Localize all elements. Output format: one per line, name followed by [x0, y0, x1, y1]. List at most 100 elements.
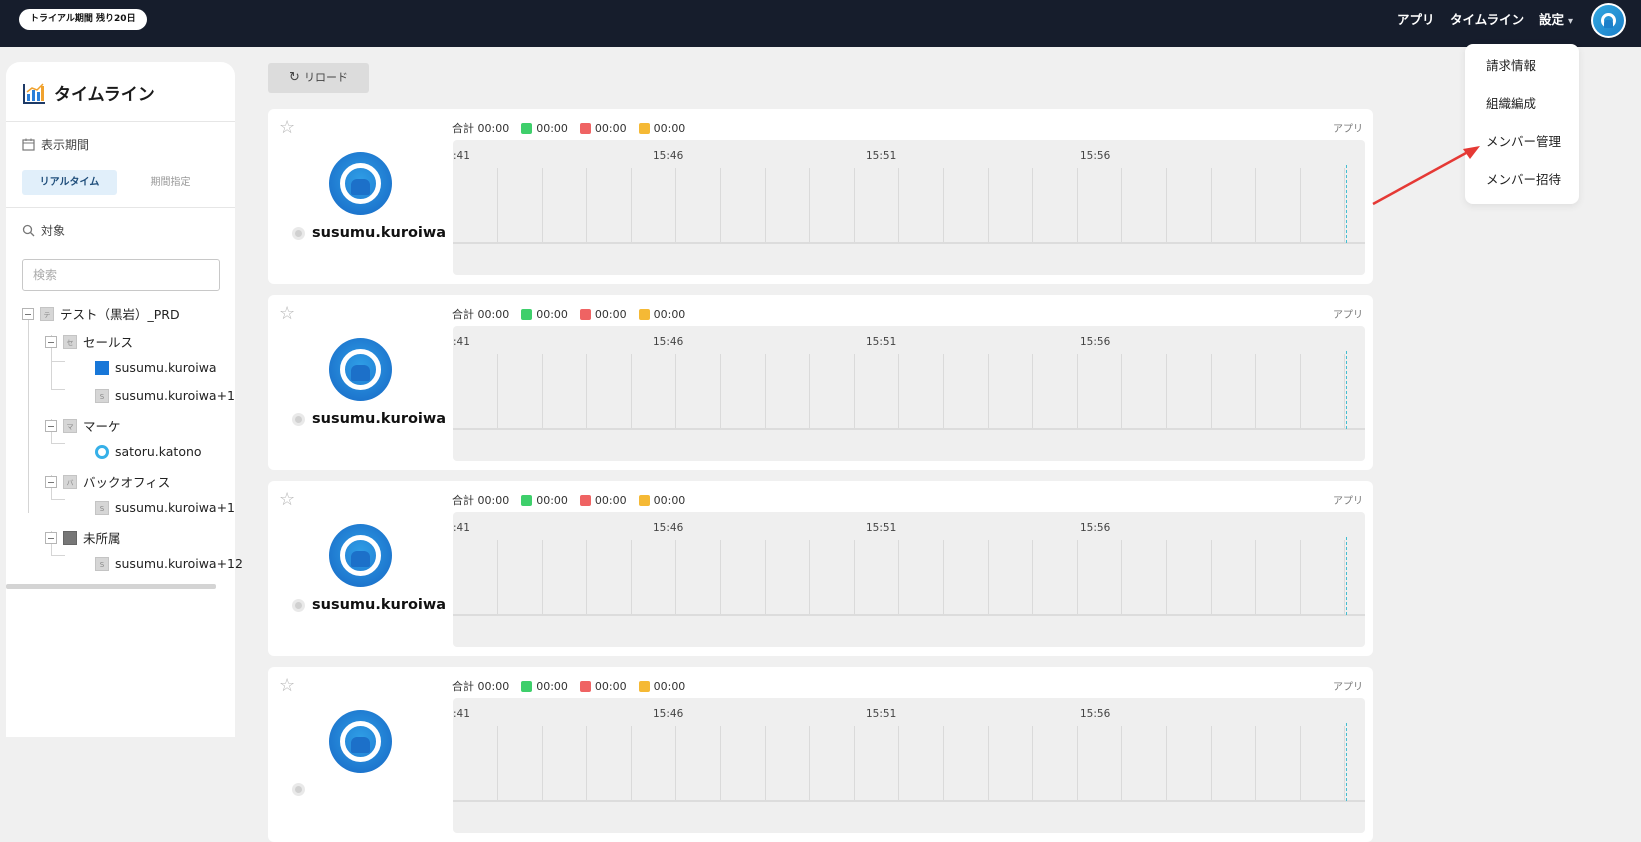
divider: [6, 207, 235, 208]
menu-item-billing[interactable]: 請求情報: [1486, 55, 1536, 74]
red-time: 00:00: [594, 121, 627, 135]
timeline-gridline: [586, 168, 588, 243]
activity-stats: 合計 00:00 00:00 00:00 00:00: [452, 120, 685, 136]
collapse-icon[interactable]: [45, 531, 57, 544]
time-tick: 15:56: [1080, 708, 1111, 720]
tree-member-susumu-kuroiwa-1b[interactable]: S susumu.kuroiwa+1: [95, 500, 235, 515]
nav-timeline[interactable]: タイムライン: [1450, 0, 1524, 47]
timeline-gridline: [675, 168, 677, 243]
period-label-text: 表示期間: [41, 138, 90, 152]
red-legend-swatch: [579, 680, 591, 692]
menu-item-organization[interactable]: 組織編成: [1486, 93, 1536, 112]
timeline-gridline: [987, 168, 989, 243]
timeline-gridline: [853, 540, 855, 615]
total-label: 合計: [452, 494, 474, 507]
user-avatar: [329, 152, 392, 215]
timeline-gridline: [1121, 726, 1123, 801]
timeline-card: ☆ susumu.kuroiwa 合計 00:00 00:00 00:00 00…: [268, 109, 1373, 284]
nav-apps[interactable]: アプリ: [1397, 0, 1435, 47]
star-icon[interactable]: ☆: [279, 117, 295, 138]
period-custom-tab[interactable]: 期間指定: [123, 170, 218, 195]
red-time: 00:00: [594, 493, 627, 507]
tree-member-susumu-kuroiwa-1[interactable]: S susumu.kuroiwa+1: [95, 388, 235, 403]
apps-link[interactable]: アプリ: [1333, 492, 1363, 507]
green-legend-swatch: [521, 122, 533, 134]
activity-stats: 合計 00:00 00:00 00:00 00:00: [452, 306, 685, 322]
menu-item-member-management[interactable]: メンバー管理: [1486, 131, 1561, 150]
reload-button[interactable]: ↻ リロード: [268, 63, 369, 93]
timeline-gridline: [720, 168, 721, 243]
time-tick: 15:56: [1080, 150, 1111, 162]
status-dot: [292, 783, 305, 796]
star-icon[interactable]: ☆: [279, 489, 295, 510]
timeline-gridline: [1299, 354, 1301, 429]
timeline-chart: :41 15:46 15:51 15:56: [453, 698, 1365, 833]
menu-item-member-invite[interactable]: メンバー招待: [1486, 169, 1561, 188]
member-search-input[interactable]: [22, 259, 220, 291]
card-user: susumu.kuroiwa: [292, 411, 462, 427]
tree-line: [51, 555, 65, 556]
timeline-gridline: [987, 726, 989, 801]
tree-member-susumu-kuroiwa[interactable]: susumu.kuroiwa: [95, 360, 217, 375]
yellow-time: 00:00: [653, 307, 686, 321]
activity-stats: 合計 00:00 00:00 00:00 00:00: [452, 492, 685, 508]
tree-member-satoru-katono[interactable]: satoru.katono: [95, 444, 202, 459]
time-tick: :41: [453, 522, 470, 534]
timeline-gridline: [630, 726, 632, 801]
tree-group-label: バックオフィス: [83, 475, 171, 490]
star-icon[interactable]: ☆: [279, 675, 295, 696]
red-time: 00:00: [594, 307, 627, 321]
apps-link[interactable]: アプリ: [1333, 120, 1363, 135]
collapse-icon[interactable]: [45, 419, 57, 432]
tree-line: [51, 443, 65, 444]
timeline-chart: :41 15:46 15:51 15:56: [453, 140, 1365, 275]
red-legend-swatch: [579, 122, 591, 134]
yellow-legend-swatch: [638, 680, 650, 692]
time-tick: 15:46: [653, 150, 684, 162]
collapse-icon[interactable]: [22, 307, 34, 320]
green-legend-swatch: [521, 680, 533, 692]
tree-group-marketing[interactable]: マ マーケ: [45, 416, 121, 435]
total-time: 00:00: [477, 493, 510, 507]
horizontal-scrollbar[interactable]: [6, 584, 216, 589]
time-tick: 15:56: [1080, 522, 1111, 534]
timeline-gridline: [809, 726, 811, 801]
search-icon: [22, 224, 35, 237]
time-tick: :41: [453, 336, 470, 348]
activity-stats: 合計 00:00 00:00 00:00 00:00: [452, 678, 685, 694]
tree-org-root[interactable]: テ テスト（黒岩）_PRD: [22, 304, 180, 323]
time-tick: 15:51: [866, 336, 897, 348]
time-tick: 15:46: [653, 708, 684, 720]
timeline-gridline: [675, 540, 677, 615]
calendar-icon: [22, 138, 35, 151]
user-avatar[interactable]: [1591, 3, 1626, 38]
timeline-gridline: [720, 354, 721, 429]
tree-group-sales[interactable]: セ セールス: [45, 332, 133, 351]
collapse-icon[interactable]: [45, 475, 57, 488]
yellow-legend-swatch: [638, 122, 650, 134]
timeline-gridline: [1299, 540, 1301, 615]
tree-line: [28, 313, 29, 513]
period-realtime-tab[interactable]: リアルタイム: [22, 170, 117, 195]
star-icon[interactable]: ☆: [279, 303, 295, 324]
timeline-gridline: [1166, 540, 1167, 615]
tree-group-backoffice[interactable]: バ バックオフィス: [45, 472, 170, 491]
timeline-gridline: [1076, 354, 1078, 429]
tree-group-unassigned[interactable]: 未所属: [45, 528, 121, 547]
timeline-gridline: [1032, 540, 1034, 615]
nav-settings[interactable]: 設定 ▾: [1539, 0, 1573, 47]
user-avatar: [329, 524, 392, 587]
timeline-gridline: [675, 354, 677, 429]
timeline-gridline: [943, 726, 944, 801]
timeline-gridline: [1210, 168, 1212, 243]
collapse-icon[interactable]: [45, 335, 57, 348]
member-badge: S: [95, 500, 109, 515]
tree-member-susumu-kuroiwa-12[interactable]: S susumu.kuroiwa+12: [95, 556, 243, 571]
apps-link[interactable]: アプリ: [1333, 306, 1363, 321]
tree-member-label: susumu.kuroiwa: [115, 360, 217, 375]
card-username: susumu.kuroiwa: [312, 411, 447, 427]
status-dot: [292, 226, 305, 240]
status-dot: [292, 598, 305, 612]
tree-member-label: susumu.kuroiwa+1: [115, 500, 236, 515]
apps-link[interactable]: アプリ: [1333, 678, 1363, 693]
